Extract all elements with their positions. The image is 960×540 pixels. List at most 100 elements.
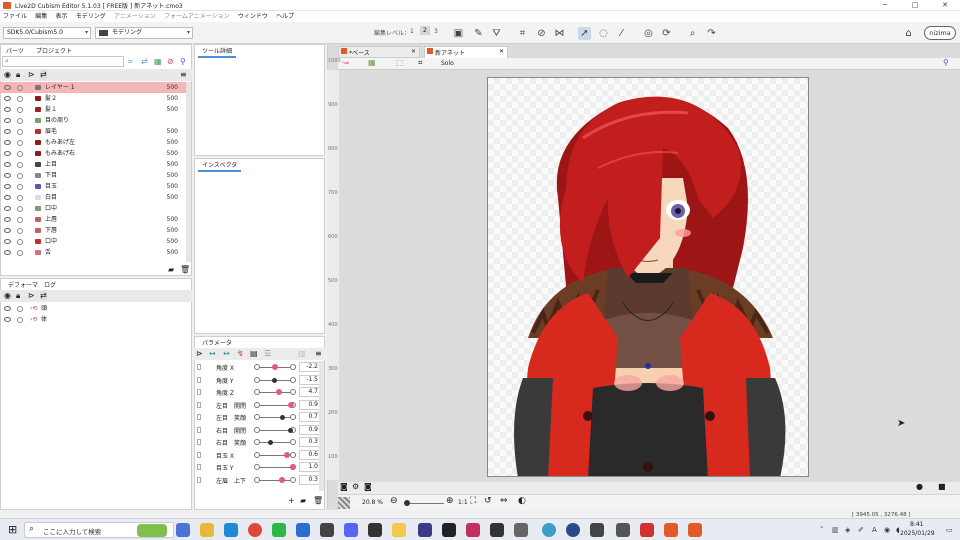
parameter-slider-knob[interactable] (272, 377, 278, 383)
zoom-out-icon[interactable]: ⊖ (390, 496, 398, 506)
chrome-icon[interactable] (248, 523, 262, 537)
parameter-slider-knob[interactable] (267, 440, 273, 445)
app-icon[interactable] (542, 523, 556, 537)
lock-icon[interactable] (17, 317, 23, 323)
menu-modeling[interactable]: モデリング (73, 11, 109, 22)
parameter-value-field[interactable]: 0.3 (299, 474, 321, 485)
parameter-slider-track[interactable] (258, 392, 292, 393)
menu-view[interactable]: 表示 (53, 11, 71, 22)
parameter-row[interactable]: 角度 Y -1.5 (194, 374, 324, 387)
keyform-checkbox[interactable] (197, 364, 201, 370)
rotation-deformer-icon[interactable]: ⟳ (660, 27, 673, 40)
parts-row[interactable]: 上唇 500 (0, 214, 186, 225)
ime-indicator[interactable]: A (872, 526, 877, 534)
parts-row[interactable]: 口中 (0, 203, 186, 214)
canvas-document[interactable] (487, 77, 809, 477)
edit-level-2[interactable]: 2 (420, 26, 430, 35)
lock-header-icon[interactable]: 🔒︎ (16, 70, 20, 80)
parts-row[interactable]: 目玉 500 (0, 181, 186, 192)
menu-file[interactable]: ファイル (0, 11, 30, 22)
tiktok-icon[interactable] (442, 523, 456, 537)
warp-deformer-icon[interactable]: ◎ (642, 27, 655, 40)
lock-icon[interactable] (17, 140, 23, 146)
minimize-button[interactable]: ─ (870, 0, 900, 11)
pin-icon[interactable]: ⚲ (180, 57, 186, 66)
lock-header-icon[interactable]: 🔒︎ (16, 291, 20, 301)
lock-icon[interactable] (17, 129, 23, 135)
tab-log[interactable]: ログ (40, 279, 60, 290)
pen-tool-icon[interactable]: ✎ (472, 27, 485, 40)
parameter-row[interactable]: 左眉 上下 0.3 (194, 474, 324, 487)
taskbar-date[interactable]: 2025/01/29 (900, 530, 935, 537)
parameter-value-field[interactable]: -1.5 (299, 374, 321, 385)
auto-mesh-icon[interactable]: ⛛ (490, 27, 503, 40)
tab-new-annette[interactable]: 新アネット ✕ (424, 46, 508, 58)
lock-icon[interactable] (17, 118, 23, 124)
app-icon[interactable] (640, 523, 654, 537)
parameter-row[interactable]: 左目 笑顔 0.7 (194, 411, 324, 424)
parameter-row[interactable]: 右目 開閉 0.9 (194, 424, 324, 437)
parameter-slider-track[interactable] (258, 404, 292, 406)
discord-icon[interactable] (344, 523, 358, 537)
eye-icon[interactable] (4, 306, 11, 311)
lock-icon[interactable] (17, 306, 23, 312)
texture-icon[interactable] (338, 497, 350, 509)
trash-icon[interactable]: 🗑︎ (313, 496, 323, 505)
chevron-up-icon[interactable]: ˄ (820, 526, 824, 534)
close-button[interactable]: ✕ (930, 0, 960, 11)
eye-icon[interactable] (4, 151, 11, 156)
eye-icon[interactable] (4, 217, 11, 222)
toggle-icon[interactable]: ◐ (518, 496, 526, 506)
parts-row[interactable]: 眉毛 500 (0, 126, 186, 137)
app-icon[interactable] (616, 523, 630, 537)
parameter-value-field[interactable]: -2.2 (299, 362, 321, 372)
folder-icon[interactable]: ▰ (168, 265, 174, 274)
app-icon[interactable] (490, 523, 504, 537)
face-app-icon[interactable] (392, 523, 406, 537)
cubism-icon[interactable] (664, 523, 678, 537)
zoom-in-icon[interactable]: ⊕ (446, 496, 454, 506)
redo-icon[interactable]: ↷ (705, 27, 718, 40)
keyform-checkbox[interactable] (197, 376, 201, 383)
taskbar-search-box[interactable]: ⌕ ここに入力して検索 (24, 522, 174, 538)
app-icon[interactable] (514, 523, 528, 537)
eye-header-icon[interactable]: ◉ (4, 70, 11, 79)
eye-icon[interactable] (4, 228, 11, 233)
parameter-value-field[interactable]: 0.3 (299, 437, 321, 447)
zoom-slider[interactable] (404, 503, 444, 504)
lock-icon[interactable] (17, 162, 23, 168)
parts-row[interactable]: レイヤー 1 500 (0, 82, 186, 93)
lock-icon[interactable] (17, 85, 23, 91)
play-icon[interactable]: ⊳ (28, 291, 35, 300)
keyform-checkbox[interactable] (197, 414, 201, 420)
eye-icon[interactable] (4, 96, 11, 101)
snapshot-icon[interactable]: ◙ (364, 482, 372, 491)
pen-tray-icon[interactable]: ✐ (858, 526, 864, 534)
copilot-icon[interactable] (176, 523, 190, 537)
app-icon[interactable] (590, 523, 604, 537)
keyform-checkbox[interactable] (197, 464, 201, 470)
parameter-value-field[interactable]: 4.7 (299, 387, 321, 397)
parameter-row[interactable]: 右目 笑顔 0.3 (194, 436, 324, 449)
menu-window[interactable]: ウィンドウ (235, 11, 271, 22)
parameter-row[interactable]: 目玉 X 0.6 (194, 449, 324, 462)
zoom-slider-knob[interactable] (404, 500, 410, 506)
tab-tool-detail[interactable]: ツール詳細 (198, 45, 237, 58)
lock-icon[interactable] (17, 206, 23, 212)
tab-inspector[interactable]: インスペクタ (198, 159, 242, 172)
folder-icon[interactable]: ▰ (300, 496, 306, 505)
forbid-icon[interactable]: ⊘ (167, 57, 174, 66)
flip-icon[interactable]: ⇔ (500, 496, 508, 506)
parameter-value-field[interactable]: 0.9 (299, 399, 321, 410)
physics-icon[interactable]: ⚙ (352, 482, 359, 491)
keyform-checkbox[interactable] (197, 451, 201, 458)
trash-icon[interactable]: 🗑︎ (180, 265, 190, 274)
keyform-remove-icon[interactable]: ↯ (237, 349, 244, 358)
eye-icon[interactable] (4, 129, 11, 134)
play-icon[interactable]: ⊳ (28, 70, 35, 79)
parts-row[interactable]: 舌 500 (0, 247, 186, 258)
keyform-add-icon[interactable]: ↔ (209, 349, 216, 358)
tray-app-icon[interactable]: ▥ (832, 526, 839, 534)
eye-icon[interactable] (4, 140, 11, 145)
parameter-row[interactable]: 角度 Z 4.7 (194, 386, 324, 399)
